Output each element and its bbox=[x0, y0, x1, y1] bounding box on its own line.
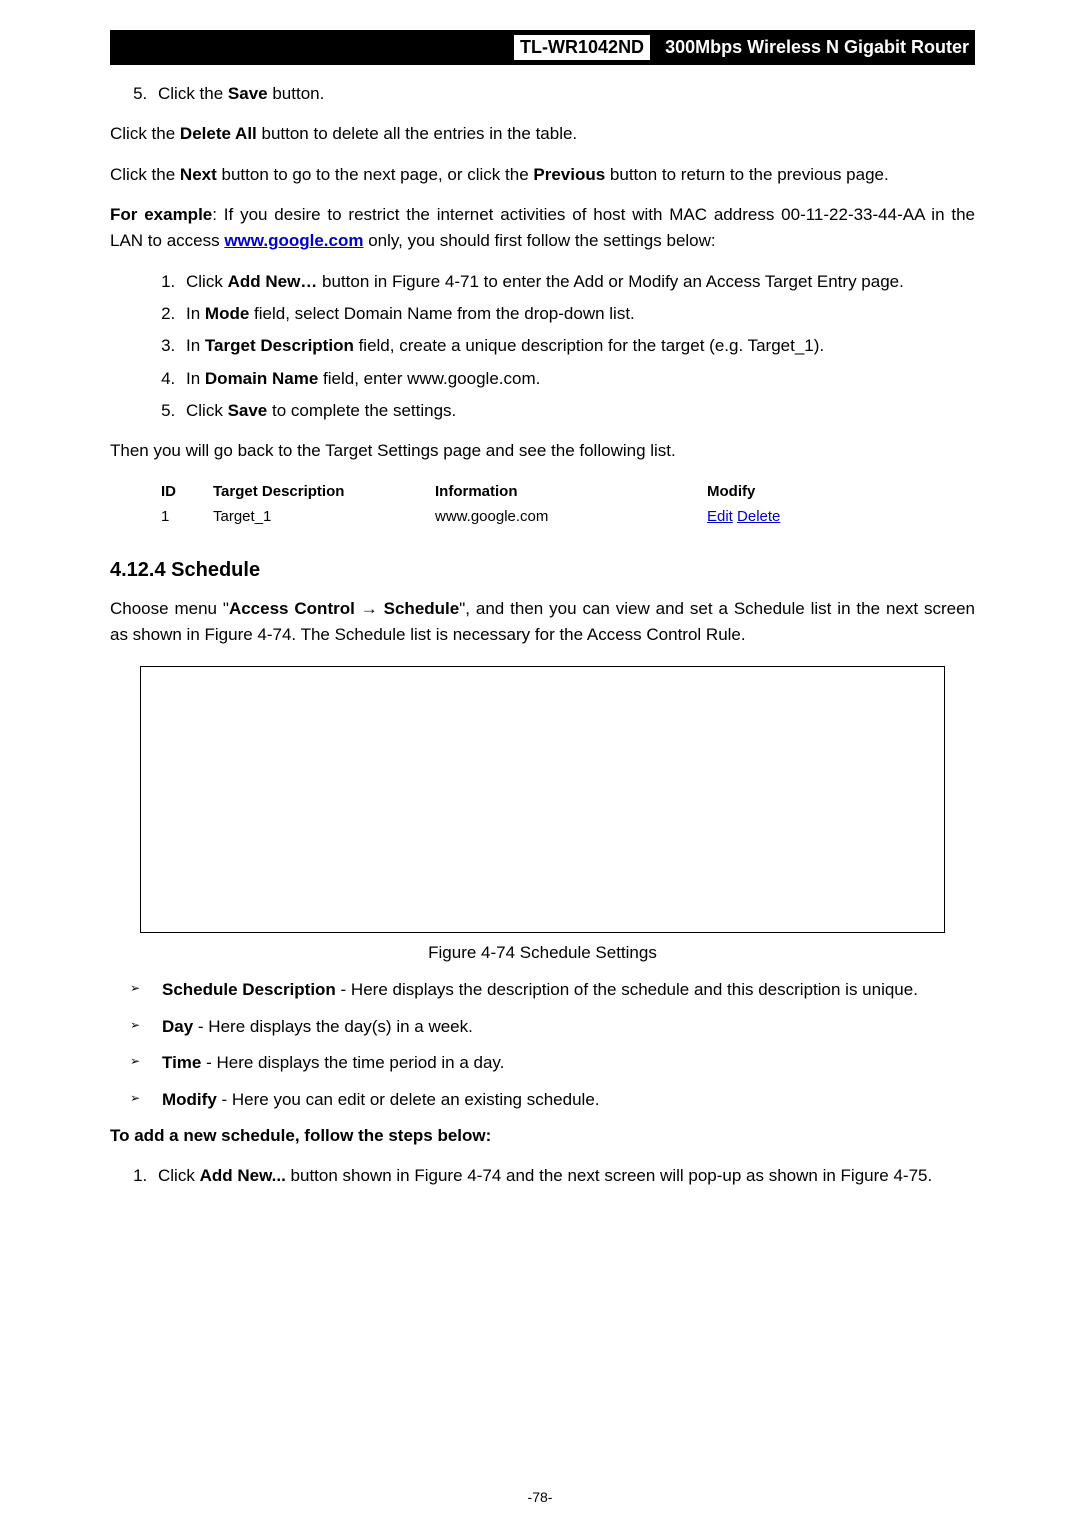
model-label: TL-WR1042ND bbox=[514, 35, 650, 60]
cell-modify: Edit Delete bbox=[701, 504, 853, 529]
delete-all-paragraph: Click the Delete All button to delete al… bbox=[110, 121, 975, 147]
figure-placeholder bbox=[140, 666, 945, 933]
list-item: Time - Here displays the time period in … bbox=[130, 1050, 975, 1076]
inner-step-3: In Target Description field, create a un… bbox=[180, 333, 975, 359]
example-paragraph: For example: If you desire to restrict t… bbox=[110, 202, 975, 255]
add-step-1: Click Add New... button shown in Figure … bbox=[152, 1163, 975, 1189]
col-mod: Modify bbox=[701, 479, 853, 504]
target-table: ID Target Description Information Modify… bbox=[155, 479, 853, 529]
then-back-paragraph: Then you will go back to the Target Sett… bbox=[110, 438, 975, 464]
list-item: Schedule Description - Here displays the… bbox=[130, 977, 975, 1003]
col-desc: Target Description bbox=[207, 479, 429, 504]
next-prev-paragraph: Click the Next button to go to the next … bbox=[110, 162, 975, 188]
inner-step-4: In Domain Name field, enter www.google.c… bbox=[180, 366, 975, 392]
figure-caption: Figure 4-74 Schedule Settings bbox=[110, 943, 975, 963]
inner-step-1: Click Add New… button in Figure 4-71 to … bbox=[180, 269, 975, 295]
schedule-heading: 4.12.4 Schedule bbox=[110, 559, 975, 582]
arrow-icon: → bbox=[355, 599, 384, 618]
google-link[interactable]: www.google.com bbox=[224, 231, 363, 250]
col-info: Information bbox=[429, 479, 701, 504]
cell-desc: Target_1 bbox=[207, 504, 429, 529]
col-id: ID bbox=[155, 479, 207, 504]
page-number: -78- bbox=[0, 1489, 1080, 1505]
to-add-heading: To add a new schedule, follow the steps … bbox=[110, 1123, 975, 1149]
table-row: 1 Target_1 www.google.com Edit Delete bbox=[155, 504, 853, 529]
outer-step-5: Click the Save button. bbox=[152, 81, 975, 107]
list-item: Day - Here displays the day(s) in a week… bbox=[130, 1014, 975, 1040]
table-header-row: ID Target Description Information Modify bbox=[155, 479, 853, 504]
page-header-bar: TL-WR1042ND 300Mbps Wireless N Gigabit R… bbox=[110, 32, 975, 63]
cell-info: www.google.com bbox=[429, 504, 701, 529]
delete-link[interactable]: Delete bbox=[737, 508, 780, 525]
product-label: 300Mbps Wireless N Gigabit Router bbox=[665, 37, 969, 57]
schedule-paragraph: Choose menu "Access Control → Schedule",… bbox=[110, 596, 975, 649]
cell-id: 1 bbox=[155, 504, 207, 529]
list-item: Modify - Here you can edit or delete an … bbox=[130, 1087, 975, 1113]
inner-step-5: Click Save to complete the settings. bbox=[180, 398, 975, 424]
inner-step-2: In Mode field, select Domain Name from t… bbox=[180, 301, 975, 327]
edit-link[interactable]: Edit bbox=[707, 508, 733, 525]
